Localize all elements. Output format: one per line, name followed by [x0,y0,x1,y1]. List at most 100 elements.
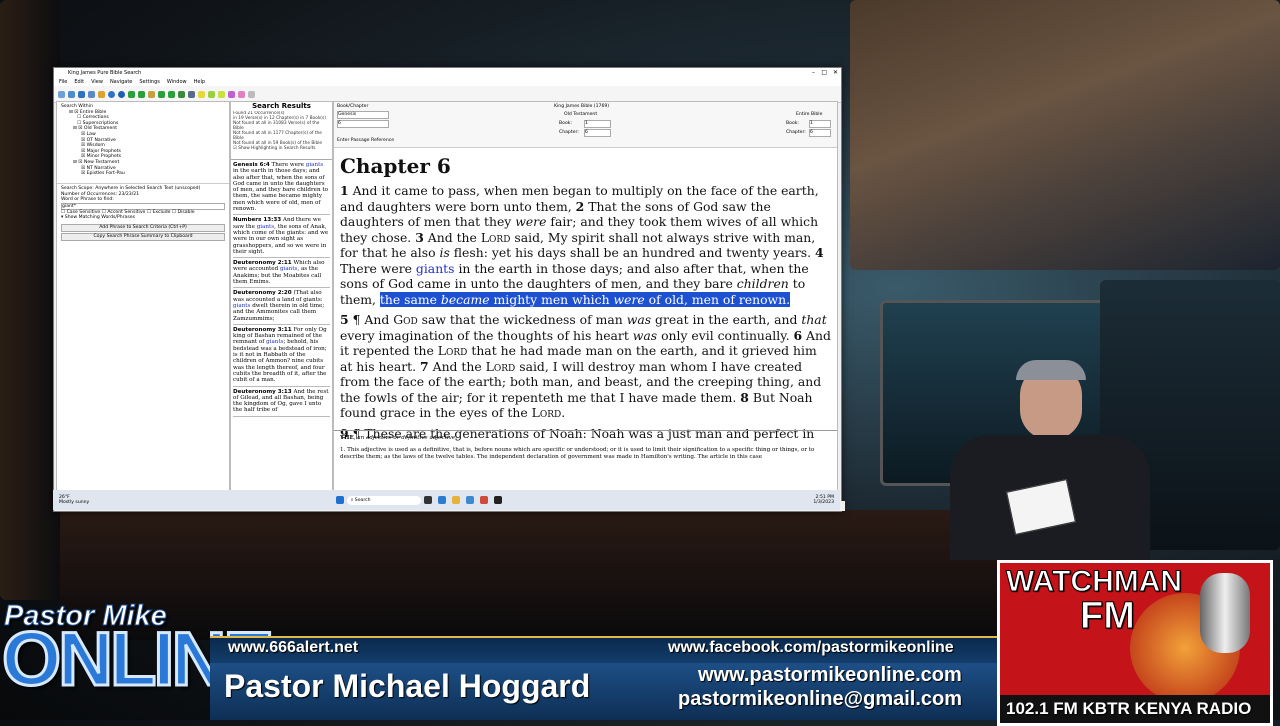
result-ref: Genesis 6:4 [233,162,270,168]
refresh-icon[interactable] [108,90,115,98]
results-title: Search Results [252,102,311,110]
disable-checkbox[interactable]: ☐ Disable [172,210,195,215]
result-ref: Deuteronomy 2:20 [233,290,292,297]
app-icon[interactable] [493,496,502,504]
maximize-button[interactable]: □ [821,68,827,78]
url-666alert: www.666alert.net [228,639,359,656]
minimize-button[interactable]: – [812,68,815,78]
menu-window[interactable]: Window [167,78,187,86]
entire-book-spinner[interactable]: 1 [809,120,831,128]
highlighter-lime-icon[interactable] [218,90,225,98]
results-list: Genesis 6:4 There were giants in the ear… [231,159,332,490]
result-hit: giants [279,266,298,273]
passage-nav: Book/Chapter Genesis 6 King James Bible … [334,102,837,148]
result-item[interactable]: Deuteronomy 3:11 For only Og king of Bas… [233,325,330,387]
result-item[interactable]: Deuteronomy 2:20 (That also was accounte… [233,288,330,325]
search-options: Search Scope: Anywhere in Selected Searc… [57,184,229,223]
tree-item[interactable]: ☒ Epistles Fort-Pau [61,171,225,177]
book-select[interactable]: Genesis [337,111,389,119]
weather-widget[interactable]: 26°F Mostly sunny [53,495,119,505]
dict-term: THE [340,435,354,441]
ot-book-spinner[interactable]: 1 [584,120,611,128]
taskbar-search[interactable]: ⌕ Search [346,495,421,505]
dict-body: 1. This adjective is used as a definitiv… [340,447,815,460]
selected-text[interactable]: the same became mighty men which were of… [379,291,791,307]
chapter-body: 1 And it came to pass, when men began to… [340,183,831,444]
fm-text: FM [1080,595,1136,638]
result-hit: giants [305,162,324,168]
watchman-text: WATCHMAN [1005,565,1183,599]
search-within-panel: Search Within ⊟ ☒ Entire Bible ☐ Correct… [56,101,230,498]
result-item[interactable]: Genesis 6:4 There were giants in the ear… [233,160,330,216]
menu-edit[interactable]: Edit [74,78,84,86]
website-url: www.pastormikeonline.com [698,664,962,686]
globe-icon[interactable] [118,90,125,98]
exclude-checkbox[interactable]: ☐ Exclude [147,210,171,215]
copy-summary-button[interactable]: Copy Search Phrase Summary to Clipboard [61,232,225,241]
result-hit: giants [256,223,275,230]
menu-file[interactable]: File [59,78,67,86]
highlighter-yellow-icon[interactable] [198,90,205,98]
nav-icon[interactable] [168,90,175,98]
email-address: pastormikeonline@gmail.com [678,688,963,710]
highlight-checkbox[interactable]: ☑ Show Highlighting in Search Results [233,146,330,151]
highlighter-green-icon[interactable] [208,90,215,98]
result-hit: giants [266,339,284,346]
new-icon[interactable] [58,90,65,98]
print-icon[interactable] [88,90,95,98]
back-arrow-icon[interactable] [128,90,135,98]
result-item[interactable]: Deuteronomy 3:13 And the rest of Gilead,… [233,387,330,417]
result-item[interactable]: Deuteronomy 2:11 Which also were account… [233,258,330,289]
search-input[interactable]: giant* [61,202,225,210]
facebook-url: www.facebook.com/pastormikeonline [668,639,954,656]
edge-icon[interactable] [465,496,474,504]
menu-help[interactable]: Help [194,78,205,86]
sync-icon[interactable] [158,90,165,98]
dictionary-panel: THE, an adjective or definitive adjectiv… [334,430,837,497]
ot-label: Old Testament [564,112,598,117]
tree-icon[interactable] [178,90,185,98]
menu-bar: File Edit View Navigate Settings Window … [54,78,841,86]
list-icon[interactable] [188,90,195,98]
book-chapter-label: Book/Chapter [337,104,369,109]
bible-text[interactable]: Chapter 6 1 And it came to pass, when me… [334,148,837,444]
close-button[interactable]: ✕ [833,68,838,78]
chrome-icon[interactable] [479,496,488,504]
results-info: Found 21 Occurrence(s) in 19 Verse(s) in… [231,111,332,159]
entire-chapter-spinner[interactable]: 6 [809,129,831,137]
show-matching-toggle[interactable]: ▾ Show Matching Words/Phrases [61,215,225,221]
version-label: King James Bible (1769) [554,104,610,109]
station-text: 102.1 FM KBTR KENYA RADIO [1006,699,1252,718]
start-icon[interactable] [335,496,344,504]
search-results-panel: Search Results Found 21 Occurrence(s) in… [230,101,333,498]
chapter-select[interactable]: 6 [337,120,389,128]
menu-view[interactable]: View [91,78,103,86]
save-icon[interactable] [78,90,85,98]
result-item[interactable]: Numbers 13:33 And there we saw the giant… [233,215,330,259]
folder-icon[interactable] [98,90,105,98]
forward-arrow-icon[interactable] [138,90,145,98]
window-title: King James Pure Bible Search [68,70,142,76]
menu-settings[interactable]: Settings [139,78,160,86]
clock[interactable]: 2:51 PM 1/3/2023 [804,495,840,505]
teams-icon[interactable] [437,496,446,504]
result-hit: giants [233,302,251,309]
search-scope[interactable]: Search Scope: Anywhere in Selected Searc… [61,186,225,192]
highlighter-pink-icon[interactable] [238,90,245,98]
highlighter-purple-icon[interactable] [228,90,235,98]
clear-highlight-icon[interactable] [248,90,255,98]
chapter-title: Chapter 6 [340,154,451,178]
title-bar: King James Pure Bible Search – □ ✕ [54,68,841,78]
menu-navigate[interactable]: Navigate [110,78,132,86]
ot-chapter-spinner[interactable]: 6 [584,129,611,137]
add-phrase-button[interactable]: Add Phrase to Search Criteria (Ctrl+P) [61,223,225,232]
pastor-figure [930,360,1170,560]
open-icon[interactable] [68,90,75,98]
taskview-icon[interactable] [423,496,432,504]
file-explorer-icon[interactable] [451,496,460,504]
windows-taskbar: 26°F Mostly sunny ⌕ Search 2:51 PM 1/3/202… [53,490,840,510]
result-ref: Deuteronomy 3:11 [233,326,292,333]
bookmark-icon[interactable] [148,90,155,98]
watchman-fm-logo: WATCHMAN FM 102.1 FM KBTR KENYA RADIO [997,560,1273,726]
enter-ref-input[interactable]: Enter Passage Reference [337,138,394,143]
